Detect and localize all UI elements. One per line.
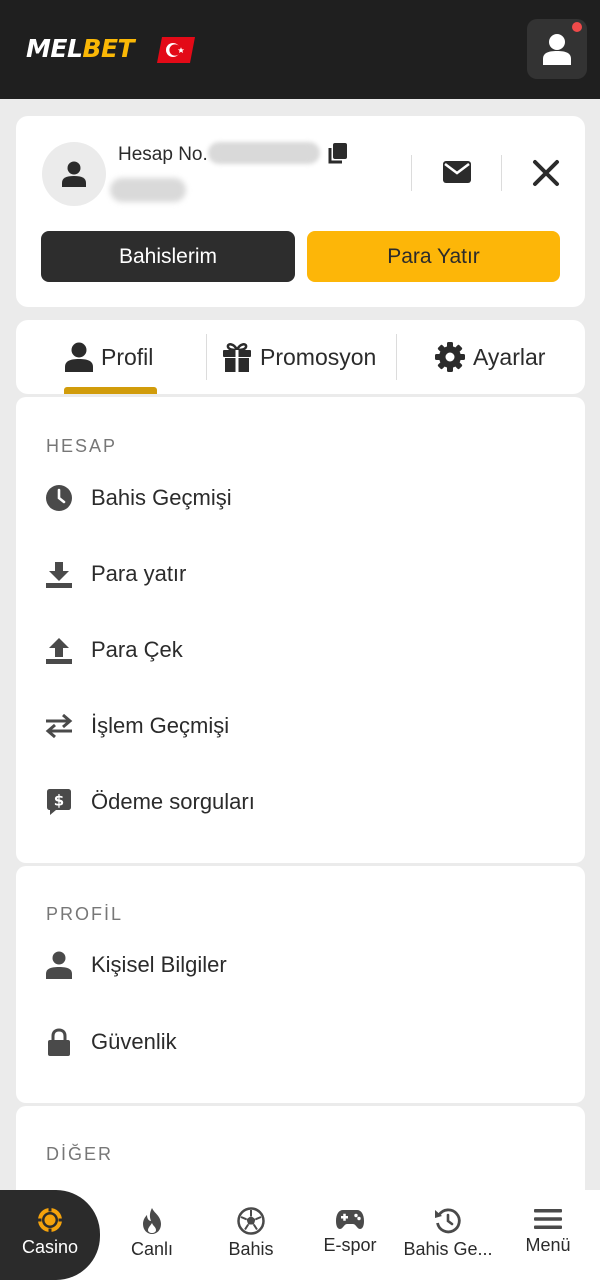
nav-item-casino[interactable]: Casino (0, 1190, 100, 1280)
logo-text-mel: MEL (26, 34, 83, 63)
lock-icon (48, 1028, 70, 1056)
melbet-logo[interactable]: MELBET (26, 34, 135, 63)
menu-item-bet-history[interactable]: Bahis Geçmişi (44, 478, 232, 518)
hesap-section: HESAP Bahis Geçmişi Para yatır Para Çek (16, 397, 585, 863)
nav-item-sports[interactable]: Bahis (202, 1190, 300, 1280)
nav-label: Casino (21, 1237, 79, 1257)
tab-profil[interactable]: Profil (65, 320, 153, 394)
clock-icon (46, 485, 72, 511)
user-account-button[interactable] (527, 19, 587, 79)
top-bar: MELBET (0, 0, 600, 99)
close-icon[interactable] (532, 159, 560, 187)
avatar (42, 142, 106, 206)
bottom-navigation: Casino Canlı Bahis E-spor Bahis Ge... Me… (0, 1190, 600, 1280)
nav-label: Bahis Ge... (403, 1239, 493, 1259)
nav-item-menu[interactable]: Menü (498, 1190, 598, 1280)
user-icon (543, 34, 571, 65)
my-bets-button[interactable]: Bahislerim (41, 231, 295, 282)
user-icon (65, 342, 93, 372)
tab-label: Profil (101, 343, 154, 370)
menu-item-security[interactable]: Güvenlik (44, 1022, 177, 1062)
tab-label: Promosyon (260, 343, 377, 370)
divider (396, 334, 397, 380)
profil-section: PROFİL Kişisel Bilgiler Güvenlik (16, 866, 585, 1103)
divider (501, 155, 502, 191)
menu-item-personal-info[interactable]: Kişisel Bilgiler (44, 945, 227, 985)
nav-label: Menü (525, 1235, 571, 1255)
deposit-button[interactable]: Para Yatır (307, 231, 560, 282)
account-card: Hesap No. Bahislerim Para Yatır (16, 116, 585, 307)
flame-icon (143, 1208, 161, 1234)
tab-bar: Profil Promosyon Ayarlar (16, 320, 585, 394)
nav-label: Bahis (228, 1239, 274, 1259)
divider (206, 334, 207, 380)
nav-item-esports[interactable]: E-spor (300, 1190, 400, 1280)
menu-item-payment-queries[interactable]: $ Ödeme sorguları (44, 782, 255, 822)
menu-item-label: Kişisel Bilgiler (91, 952, 227, 977)
copy-icon[interactable] (327, 143, 347, 165)
history-icon (435, 1208, 461, 1234)
tab-ayarlar[interactable]: Ayarlar (435, 320, 545, 394)
gamepad-icon (336, 1210, 364, 1229)
logo-text-bet: BET (82, 34, 135, 63)
section-title: DİĞER (46, 1144, 114, 1164)
svg-text:$: $ (54, 792, 64, 810)
turkey-flag-icon (157, 37, 195, 63)
menu-item-label: Para Çek (91, 637, 183, 662)
nav-label: Canlı (130, 1239, 174, 1259)
upload-icon (46, 638, 72, 664)
divider (411, 155, 412, 191)
menu-item-label: Ödeme sorguları (91, 789, 255, 814)
gear-icon (435, 342, 465, 372)
menu-item-transaction-history[interactable]: İşlem Geçmişi (44, 706, 229, 746)
transfer-arrows-icon (45, 714, 73, 738)
user-icon (62, 161, 86, 187)
menu-item-label: Güvenlik (91, 1029, 177, 1054)
menu-item-label: Para yatır (91, 561, 187, 586)
account-number-label: Hesap No. (118, 144, 208, 165)
dollar-chat-icon: $ (47, 789, 71, 815)
soccer-ball-icon (237, 1207, 265, 1235)
menu-item-label: İşlem Geçmişi (91, 713, 230, 738)
balance-hidden (110, 178, 186, 202)
tab-label: Ayarlar (473, 343, 546, 370)
mail-icon[interactable] (443, 161, 471, 183)
account-number-hidden (208, 142, 320, 164)
section-title: HESAP (46, 436, 118, 456)
nav-item-live[interactable]: Canlı (102, 1190, 202, 1280)
person-icon (46, 951, 72, 979)
nav-item-bet-history[interactable]: Bahis Ge... (398, 1190, 498, 1280)
menu-item-withdraw[interactable]: Para Çek (44, 630, 183, 670)
notification-dot (572, 22, 582, 32)
active-tab-indicator (64, 387, 157, 394)
casino-chip-icon (37, 1207, 63, 1233)
tab-promosyon[interactable]: Promosyon (222, 320, 376, 394)
nav-label: E-spor (323, 1235, 377, 1255)
menu-item-deposit[interactable]: Para yatır (44, 554, 186, 594)
gift-icon (223, 343, 251, 372)
section-title: PROFİL (46, 904, 124, 924)
menu-icon (534, 1209, 562, 1229)
menu-item-label: Bahis Geçmişi (91, 485, 232, 510)
download-icon (46, 562, 72, 588)
